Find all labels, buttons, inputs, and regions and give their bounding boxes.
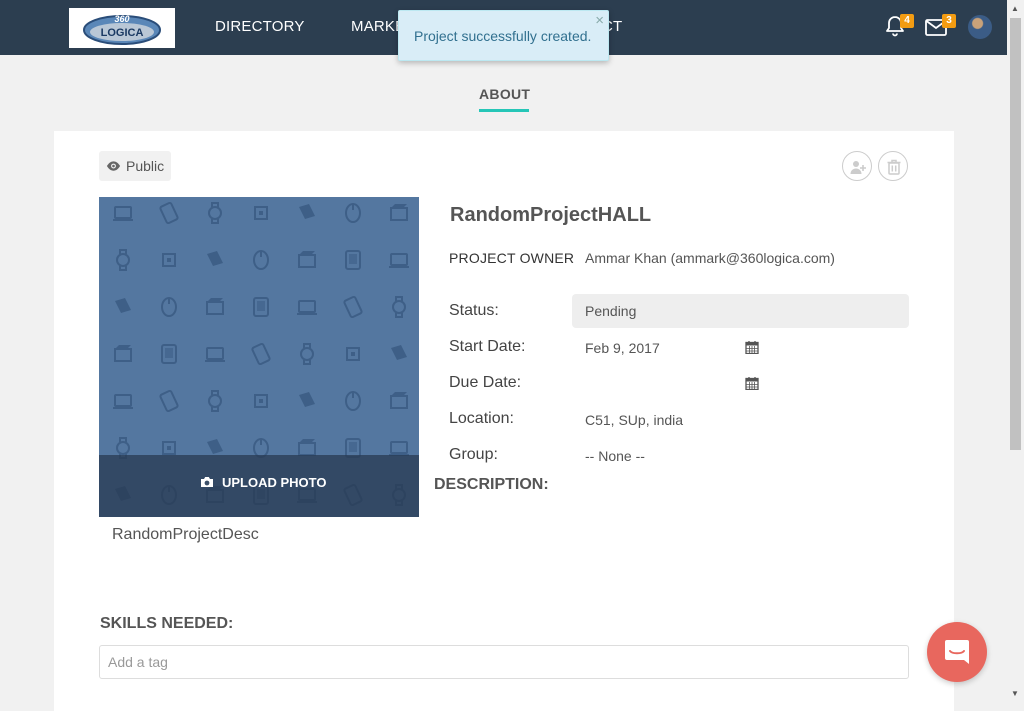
skills-label: SKILLS NEEDED: <box>100 615 234 632</box>
eye-icon <box>106 161 121 171</box>
notifications-button[interactable]: 4 <box>883 14 914 43</box>
location-value[interactable]: C51, SUp, india <box>585 412 683 428</box>
tab-active-indicator <box>479 109 529 112</box>
status-value: Pending <box>585 303 637 319</box>
calendar-icon[interactable] <box>745 376 759 390</box>
project-photo: UPLOAD PHOTO <box>99 197 419 517</box>
add-user-icon <box>850 161 866 174</box>
success-toast: Project successfully created. × <box>398 10 609 61</box>
svg-text:360: 360 <box>114 14 129 24</box>
trash-icon <box>887 159 901 175</box>
start-date-value[interactable]: Feb 9, 2017 <box>585 340 660 356</box>
group-value[interactable]: -- None -- <box>585 448 645 464</box>
group-label: Group: <box>449 446 498 463</box>
logo-image: 360 LOGICA <box>83 14 161 45</box>
toast-message: Project successfully created. <box>414 28 592 44</box>
logo[interactable]: 360 LOGICA <box>69 8 175 48</box>
location-label: Location: <box>449 410 514 427</box>
due-date-label: Due Date: <box>449 374 522 391</box>
owner-label: PROJECT OWNER <box>449 250 575 266</box>
status-select[interactable]: Pending <box>572 294 909 328</box>
camera-icon <box>201 477 213 487</box>
messages-badge: 3 <box>942 14 956 28</box>
tag-input[interactable] <box>99 645 909 679</box>
visibility-label: Public <box>126 158 165 174</box>
svg-text:LOGICA: LOGICA <box>101 27 144 39</box>
chat-icon <box>945 640 969 664</box>
upload-photo-button[interactable]: UPLOAD PHOTO <box>99 455 419 517</box>
chat-launcher-button[interactable] <box>927 622 987 682</box>
close-icon[interactable]: × <box>595 12 604 29</box>
project-description-text[interactable]: RandomProjectDesc <box>112 526 259 544</box>
notifications-badge: 4 <box>900 14 914 28</box>
scroll-up-icon[interactable]: ▲ <box>1011 4 1019 13</box>
add-member-button[interactable] <box>842 151 872 181</box>
avatar[interactable] <box>968 15 992 39</box>
description-label: DESCRIPTION: <box>434 476 549 493</box>
calendar-icon[interactable] <box>745 340 759 354</box>
upload-photo-label: UPLOAD PHOTO <box>222 475 327 490</box>
tab-about[interactable]: ABOUT <box>479 86 530 102</box>
scroll-thumb[interactable] <box>1010 18 1021 450</box>
messages-button[interactable]: 3 <box>924 14 956 44</box>
project-title[interactable]: RandomProjectHALL <box>450 204 651 227</box>
start-date-label: Start Date: <box>449 338 526 355</box>
delete-project-button[interactable] <box>878 151 908 181</box>
owner-value: Ammar Khan (ammark@360logica.com) <box>585 250 835 266</box>
scrollbar[interactable]: ▲ ▼ <box>1007 0 1024 702</box>
status-label: Status: <box>449 302 499 319</box>
visibility-toggle[interactable]: Public <box>99 151 171 181</box>
scroll-down-icon[interactable]: ▼ <box>1011 689 1019 698</box>
nav-directory[interactable]: DIRECTORY <box>215 18 305 35</box>
